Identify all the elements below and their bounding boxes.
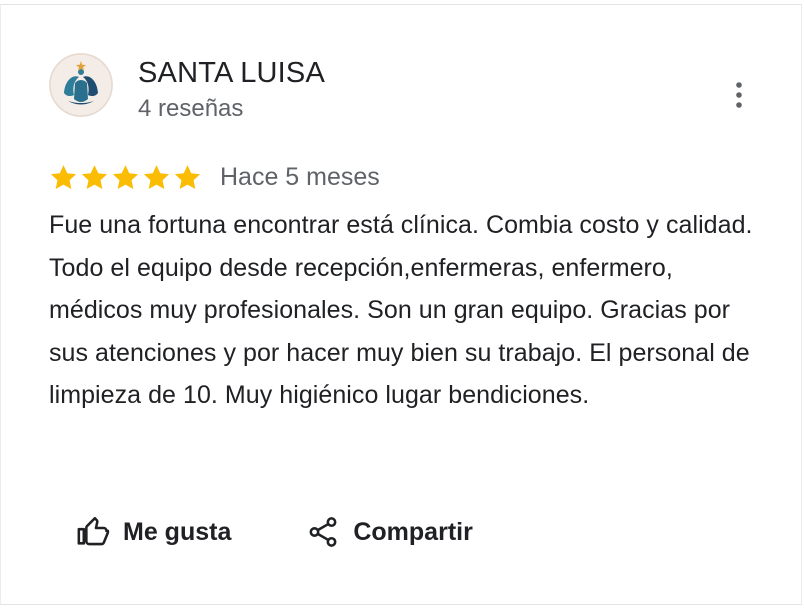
star-rating (49, 163, 204, 192)
share-icon (305, 514, 341, 550)
review-actions: Me gusta Compartir (61, 505, 487, 559)
clinic-logo-icon (49, 53, 113, 117)
review-card: SANTA LUISA 4 reseñas Hace 5 meses Fue u… (0, 4, 802, 605)
review-date: Hace 5 meses (220, 163, 380, 191)
share-button[interactable]: Compartir (291, 505, 486, 559)
author-avatar[interactable] (49, 53, 113, 117)
star-icon (81, 164, 108, 189)
more-vert-icon (736, 82, 742, 108)
star-icon (143, 164, 170, 189)
like-label: Me gusta (123, 517, 232, 546)
review-count[interactable]: 4 reseñas (138, 93, 243, 125)
star-icon (112, 164, 139, 189)
rating-row: Hace 5 meses (49, 159, 380, 195)
star-icon (174, 164, 201, 189)
review-text: Fue una fortuna encontrar está clínica. … (49, 211, 753, 410)
author-name[interactable]: SANTA LUISA (138, 55, 325, 91)
share-label: Compartir (353, 517, 473, 546)
star-icon (50, 164, 77, 189)
thumb-up-icon (75, 514, 111, 550)
like-button[interactable]: Me gusta (61, 505, 245, 559)
more-options-button[interactable] (719, 75, 759, 115)
